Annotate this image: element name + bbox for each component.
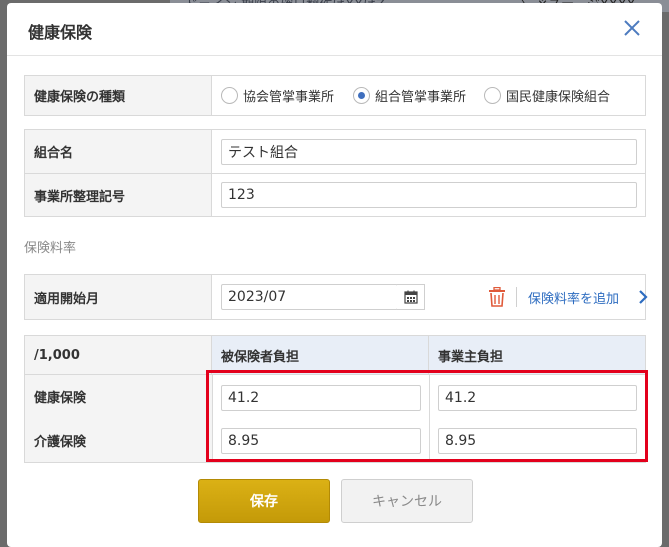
radio-circle bbox=[484, 87, 501, 104]
radio-label: 協会管掌事業所 bbox=[243, 90, 335, 105]
modal-header: 健康保険 bbox=[7, 3, 662, 56]
union-name-label: 組合名 bbox=[25, 130, 212, 173]
start-month-label: 適用開始月 bbox=[25, 275, 212, 319]
union-name-input[interactable] bbox=[221, 139, 637, 165]
radio-kokumin[interactable]: 国民健康保険組合 bbox=[484, 76, 610, 115]
health-insurance-row-label: 健康保険 bbox=[25, 375, 212, 418]
column-divider bbox=[429, 375, 430, 462]
radio-label: 組合管掌事業所 bbox=[375, 90, 467, 105]
cancel-button[interactable]: キャンセル bbox=[341, 479, 473, 523]
close-icon[interactable] bbox=[619, 15, 645, 41]
radio-label: 国民健康保険組合 bbox=[506, 90, 611, 105]
insurance-type-row: 健康保険の種類 協会管掌事業所 組合管掌事業所 国民健康保険組合 bbox=[25, 76, 645, 115]
radio-kyokai[interactable]: 協会管掌事業所 bbox=[221, 76, 334, 115]
chevron-right-icon[interactable] bbox=[638, 289, 648, 305]
modal-title: 健康保険 bbox=[28, 23, 93, 42]
health-insurance-modal: 健康保険 健康保険の種類 協会管掌事業所 組合管掌事業所 国民健康保険組合 組合… bbox=[7, 3, 662, 547]
insurance-type-box: 健康保険の種類 協会管掌事業所 組合管掌事業所 国民健康保険組合 bbox=[24, 75, 646, 116]
employee-column-header: 被保険者負担 bbox=[212, 336, 429, 374]
divider bbox=[516, 287, 517, 307]
calendar-icon bbox=[403, 290, 418, 304]
care-employee-rate-input[interactable] bbox=[221, 428, 421, 454]
start-month-row: 適用開始月 2023/07 保険料率を追加 bbox=[25, 275, 648, 319]
union-name-row: 組合名 bbox=[25, 130, 645, 174]
radio-circle-selected bbox=[353, 87, 370, 104]
rate-section-heading: 保険料率 bbox=[24, 241, 77, 256]
column-divider bbox=[212, 375, 213, 462]
care-insurance-row-label: 介護保険 bbox=[25, 418, 212, 462]
calendar-button[interactable] bbox=[397, 284, 425, 310]
employer-column-header: 事業主負担 bbox=[429, 336, 645, 374]
health-employer-rate-input[interactable] bbox=[438, 385, 637, 411]
radio-circle bbox=[221, 87, 238, 104]
care-employer-rate-input[interactable] bbox=[438, 428, 637, 454]
insurance-type-label: 健康保険の種類 bbox=[25, 76, 212, 115]
start-month-input[interactable] bbox=[221, 284, 398, 310]
office-code-row: 事業所整理記号 bbox=[25, 174, 645, 216]
office-code-label: 事業所整理記号 bbox=[25, 174, 212, 216]
union-info-box: 組合名 事業所整理記号 bbox=[24, 129, 646, 217]
start-month-box: 適用開始月 2023/07 保険料率を追加 bbox=[24, 274, 648, 320]
save-button[interactable]: 保存 bbox=[198, 479, 330, 523]
unit-header: /1,000 bbox=[25, 336, 212, 374]
trash-icon[interactable] bbox=[488, 286, 506, 307]
rate-table: /1,000 被保険者負担 事業主負担 健康保険 介護保険 bbox=[24, 335, 646, 463]
radio-kumiai[interactable]: 組合管掌事業所 bbox=[353, 76, 466, 115]
office-code-input[interactable] bbox=[221, 182, 637, 208]
add-rate-link[interactable]: 保険料率を追加 bbox=[528, 288, 619, 307]
health-employee-rate-input[interactable] bbox=[221, 385, 421, 411]
